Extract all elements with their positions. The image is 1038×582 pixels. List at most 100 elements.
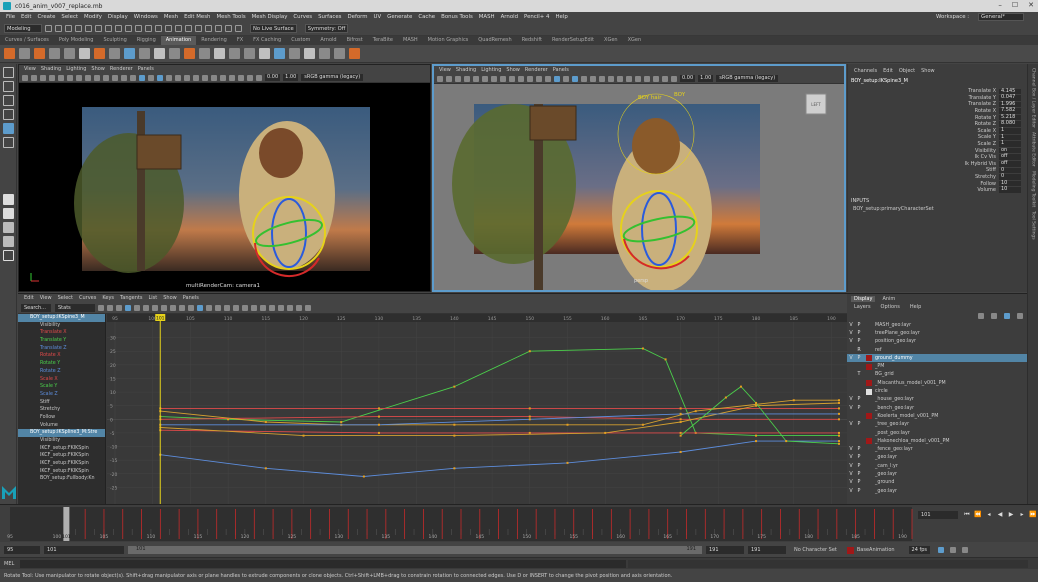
menu-select[interactable]: Select [61, 14, 78, 20]
linear-tangent-icon[interactable] [197, 304, 203, 311]
shelf-tab-bifrost[interactable]: Bifrost [342, 36, 368, 45]
layer-row[interactable]: _Miscanthus_model_v001_PM [847, 379, 1027, 387]
attr-value[interactable]: 0 [999, 174, 1021, 180]
shelf-tab-custom[interactable]: Custom [286, 36, 315, 45]
select-by-component-icon[interactable] [115, 25, 122, 32]
graph-menu-panels[interactable]: Panels [183, 295, 199, 301]
time-slider-track[interactable]: 95 100 105 110 115 120 125 130 135 140 145 150 155 16… [0, 505, 1038, 543]
loop-icon[interactable] [938, 547, 945, 553]
view-cube[interactable]: LEFT [805, 93, 827, 115]
command-input[interactable] [20, 559, 626, 568]
layer-playback-toggle[interactable]: P [855, 472, 863, 477]
select-by-object-icon[interactable] [105, 25, 112, 32]
layer-row[interactable]: V P _cam_l:yr [847, 462, 1027, 470]
region-tool-icon[interactable] [125, 304, 131, 311]
vp-menu-show[interactable]: Show [506, 67, 520, 73]
layer-row[interactable]: V P _geo:layr [847, 470, 1027, 478]
render-frame-icon[interactable] [185, 25, 192, 32]
layer-visibility-toggle[interactable]: V [847, 323, 855, 328]
shelf-tab-rendersetupedit[interactable]: RenderSetupEdit [547, 36, 599, 45]
key-tangent-icon[interactable] [19, 48, 30, 59]
color-space-dropdown[interactable]: sRGB gamma (legacy) [716, 75, 779, 82]
magnifier-icon[interactable] [2, 250, 14, 261]
graph-menu-edit[interactable]: Edit [24, 295, 34, 301]
redo-icon[interactable] [85, 25, 92, 32]
vp-menu-shading[interactable]: Shading [456, 67, 476, 73]
shelf-tab-terabite[interactable]: TeraBite [368, 36, 398, 45]
layer-color-swatch[interactable] [866, 347, 872, 353]
constraint-orient-icon[interactable] [229, 48, 240, 59]
undo-icon[interactable] [75, 25, 82, 32]
layer-color-swatch[interactable] [866, 463, 872, 469]
ambient-occlusion-icon[interactable] [184, 74, 190, 81]
graph-outliner-item[interactable]: Visibility [18, 322, 105, 330]
frame-all-icon[interactable] [143, 304, 149, 311]
xray-icon[interactable] [635, 75, 641, 82]
vp-menu-renderer[interactable]: Renderer [525, 67, 548, 73]
color-space-dropdown[interactable]: sRGB gamma (legacy) [301, 74, 364, 81]
menu-curves[interactable]: Curves [293, 14, 312, 20]
graph-outliner-item[interactable]: IKCF_setup:FKIKSpin [18, 452, 105, 460]
graph-outliner-item[interactable]: Visibility [18, 437, 105, 445]
channel-menu-show[interactable]: Show [921, 68, 935, 74]
new-scene-icon[interactable] [45, 25, 52, 32]
menu-edit[interactable]: Edit [21, 14, 31, 20]
graph-stats-field[interactable]: Stats [55, 303, 95, 312]
viewport-right[interactable]: View Shading Lighting Show Renderer Pane… [432, 64, 846, 292]
play-forwards-icon[interactable]: ▶ [1007, 511, 1015, 519]
vp-menu-renderer[interactable]: Renderer [110, 66, 133, 72]
vp-menu-shading[interactable]: Shading [41, 66, 61, 72]
command-language-label[interactable]: MEL [4, 561, 14, 567]
graph-menu-list[interactable]: List [148, 295, 157, 301]
wireframe-icon[interactable] [545, 75, 551, 82]
joint-icon[interactable] [289, 48, 300, 59]
camera-attributes-icon[interactable] [22, 74, 28, 81]
layer-playback-toggle[interactable]: P [855, 480, 863, 485]
auto-key-icon[interactable] [962, 547, 969, 553]
layer-playback-toggle[interactable]: P [855, 455, 863, 460]
layer-visibility-toggle[interactable]: V [847, 331, 855, 336]
graph-outliner-item[interactable]: Follow [18, 414, 105, 422]
symmetry-dropdown[interactable]: Symmetry: Off [304, 24, 349, 33]
graph-outliner-item[interactable]: IKCF_setup:FKIKSpin [18, 468, 105, 476]
tab-display[interactable]: Display [851, 295, 876, 302]
graph-outliner-item[interactable]: Translate Y [18, 337, 105, 345]
graph-outliner-item[interactable]: Stiff [18, 399, 105, 407]
layer-visibility-toggle[interactable]: V [847, 406, 855, 411]
range-bar[interactable]: 101 191 [128, 546, 702, 554]
layer-row[interactable]: V P _ground [847, 479, 1027, 487]
layer-playback-toggle[interactable]: T [855, 372, 863, 377]
post-infinity-icon[interactable] [287, 304, 293, 311]
menu-arnold[interactable]: Arnold [501, 14, 518, 20]
gate-mask-icon[interactable] [94, 74, 100, 81]
textured-icon[interactable] [572, 75, 578, 82]
menu-mash[interactable]: MASH [479, 14, 495, 20]
snap-to-view-plane-icon[interactable] [155, 25, 162, 32]
layer-color-swatch[interactable] [866, 405, 872, 411]
menu-help[interactable]: Help [555, 14, 567, 20]
graph-menu-view[interactable]: View [40, 295, 52, 301]
layer-row[interactable]: V P MASH_geo:layr [847, 321, 1027, 329]
graph-outliner-item[interactable]: Scale Z [18, 391, 105, 399]
layer-color-swatch[interactable] [866, 488, 872, 494]
fps-dropdown[interactable]: 24 fps [908, 546, 931, 554]
vp-menu-view[interactable]: View [24, 66, 36, 72]
lattice-deform-icon[interactable] [116, 304, 122, 311]
layer-menu-options[interactable]: Options [878, 304, 903, 310]
retime-tool-icon[interactable] [134, 304, 140, 311]
shelf-tab-fx-caching[interactable]: FX Caching [248, 36, 286, 45]
step-forward-frame-icon[interactable]: ▸ [1018, 511, 1026, 519]
start-frame-field[interactable]: 95 [4, 546, 40, 554]
new-layer-from-selected-icon[interactable] [1017, 313, 1023, 319]
graph-outliner-item[interactable]: IKCF_setup:FKIKSpin [18, 460, 105, 468]
viewport-left[interactable]: View Shading Lighting Show Renderer Pane… [18, 64, 431, 292]
layer-playback-toggle[interactable]: P [855, 339, 863, 344]
graph-menu-select[interactable]: Select [58, 295, 73, 301]
graph-outliner-item[interactable]: Translate X [18, 329, 105, 337]
anti-aliasing-icon[interactable] [617, 75, 623, 82]
select-tool-icon[interactable] [2, 67, 14, 78]
layer-row[interactable]: V P _fence_geo:layr [847, 445, 1027, 453]
menu-cache[interactable]: Cache [418, 14, 435, 20]
shelf-tab-arnold[interactable]: Arnold [315, 36, 341, 45]
layer-visibility-toggle[interactable]: V [847, 464, 855, 469]
